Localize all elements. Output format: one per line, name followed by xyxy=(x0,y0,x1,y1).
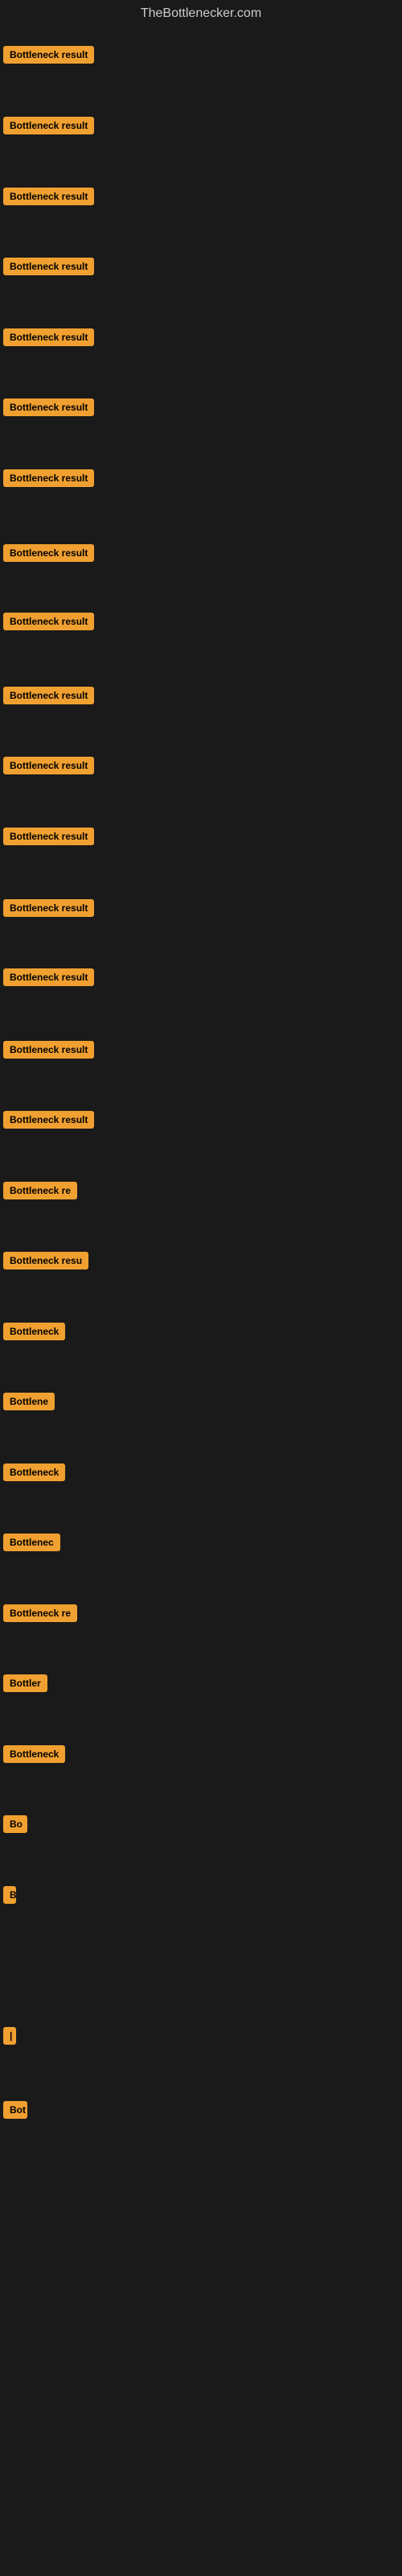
bottleneck-item-1: Bottleneck result xyxy=(3,46,94,68)
bottleneck-badge-14[interactable]: Bottleneck result xyxy=(3,968,94,986)
bottleneck-item-25: Bottleneck xyxy=(3,1745,65,1767)
bottleneck-badge-29[interactable]: | xyxy=(3,2027,16,2045)
bottleneck-badge-19[interactable]: Bottleneck xyxy=(3,1323,65,1340)
bottleneck-item-4: Bottleneck result xyxy=(3,258,94,279)
bottleneck-item-14: Bottleneck result xyxy=(3,968,94,990)
bottleneck-badge-26[interactable]: Bo xyxy=(3,1815,27,1833)
bottleneck-badge-12[interactable]: Bottleneck result xyxy=(3,828,94,845)
bottleneck-item-20: Bottlene xyxy=(3,1393,55,1414)
bottleneck-item-19: Bottleneck xyxy=(3,1323,65,1344)
bottleneck-item-21: Bottleneck xyxy=(3,1463,65,1485)
bottleneck-item-30: Bot xyxy=(3,2101,27,2123)
bottleneck-badge-3[interactable]: Bottleneck result xyxy=(3,188,94,205)
bottleneck-item-8: Bottleneck result xyxy=(3,544,94,566)
bottleneck-item-29: | xyxy=(3,2027,16,2049)
bottleneck-item-17: Bottleneck re xyxy=(3,1182,77,1203)
bottleneck-badge-23[interactable]: Bottleneck re xyxy=(3,1604,77,1622)
bottleneck-item-24: Bottler xyxy=(3,1674,47,1696)
bottleneck-badge-6[interactable]: Bottleneck result xyxy=(3,398,94,416)
bottleneck-badge-13[interactable]: Bottleneck result xyxy=(3,899,94,917)
bottleneck-badge-5[interactable]: Bottleneck result xyxy=(3,328,94,346)
bottleneck-item-22: Bottlenec xyxy=(3,1534,60,1555)
bottleneck-item-11: Bottleneck result xyxy=(3,757,94,778)
bottleneck-item-9: Bottleneck result xyxy=(3,613,94,634)
bottleneck-item-5: Bottleneck result xyxy=(3,328,94,350)
bottleneck-item-6: Bottleneck result xyxy=(3,398,94,420)
bottleneck-badge-7[interactable]: Bottleneck result xyxy=(3,469,94,487)
bottleneck-badge-16[interactable]: Bottleneck result xyxy=(3,1111,94,1129)
bottleneck-badge-21[interactable]: Bottleneck xyxy=(3,1463,65,1481)
bottleneck-badge-1[interactable]: Bottleneck result xyxy=(3,46,94,64)
bottleneck-badge-8[interactable]: Bottleneck result xyxy=(3,544,94,562)
site-title: TheBottlenecker.com xyxy=(0,0,402,27)
bottleneck-badge-4[interactable]: Bottleneck result xyxy=(3,258,94,275)
bottleneck-badge-17[interactable]: Bottleneck re xyxy=(3,1182,77,1199)
bottleneck-item-13: Bottleneck result xyxy=(3,899,94,921)
bottleneck-badge-22[interactable]: Bottlenec xyxy=(3,1534,60,1551)
bottleneck-item-2: Bottleneck result xyxy=(3,117,94,138)
bottleneck-badge-9[interactable]: Bottleneck result xyxy=(3,613,94,630)
bottleneck-item-10: Bottleneck result xyxy=(3,687,94,708)
bottleneck-badge-15[interactable]: Bottleneck result xyxy=(3,1041,94,1059)
bottleneck-badge-18[interactable]: Bottleneck resu xyxy=(3,1252,88,1269)
bottleneck-item-15: Bottleneck result xyxy=(3,1041,94,1063)
bottleneck-item-27: B xyxy=(3,1886,16,1908)
bottleneck-badge-20[interactable]: Bottlene xyxy=(3,1393,55,1410)
bottleneck-item-26: Bo xyxy=(3,1815,27,1837)
bottleneck-item-12: Bottleneck result xyxy=(3,828,94,849)
bottleneck-badge-24[interactable]: Bottler xyxy=(3,1674,47,1692)
bottleneck-badge-2[interactable]: Bottleneck result xyxy=(3,117,94,134)
bottleneck-badge-10[interactable]: Bottleneck result xyxy=(3,687,94,704)
bottleneck-badge-25[interactable]: Bottleneck xyxy=(3,1745,65,1763)
bottleneck-item-7: Bottleneck result xyxy=(3,469,94,491)
bottleneck-item-18: Bottleneck resu xyxy=(3,1252,88,1274)
bottleneck-badge-30[interactable]: Bot xyxy=(3,2101,27,2119)
bottleneck-item-3: Bottleneck result xyxy=(3,188,94,209)
bottleneck-item-16: Bottleneck result xyxy=(3,1111,94,1133)
bottleneck-item-23: Bottleneck re xyxy=(3,1604,77,1626)
bottleneck-badge-27[interactable]: B xyxy=(3,1886,16,1904)
bottleneck-badge-11[interactable]: Bottleneck result xyxy=(3,757,94,774)
